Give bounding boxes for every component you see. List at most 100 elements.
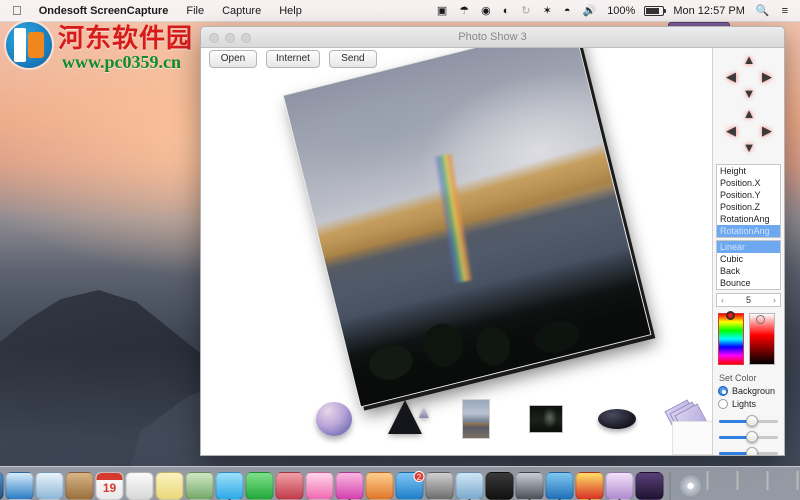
landscape-photo-thumbnail[interactable]	[453, 396, 499, 442]
easing-item-back[interactable]: Back	[717, 265, 780, 277]
window-title-bar[interactable]: Photo Show 3	[201, 27, 784, 48]
dock-photos[interactable]	[305, 472, 334, 500]
stepper-top-prev-icon[interactable]: ‹	[721, 295, 724, 305]
photo-show-window: Photo Show 3 Open Internet Send ▲ ◀ ▶ ▼ …	[200, 26, 785, 456]
document-preview	[796, 471, 799, 490]
dock-safari[interactable]	[5, 472, 34, 500]
dock-minimized-doc-2[interactable]	[736, 471, 765, 500]
color-picker	[717, 311, 780, 367]
nav2-down-icon[interactable]: ▼	[741, 140, 757, 156]
dock-xcode[interactable]	[545, 472, 574, 500]
radio-background-icon[interactable]	[718, 385, 728, 396]
color-target-background[interactable]: Backgroun	[713, 384, 784, 397]
copy-icon[interactable]: ◐	[497, 0, 516, 22]
dock-contacts[interactable]	[65, 472, 94, 500]
dock-app-store[interactable]: 2	[395, 471, 425, 500]
open-button[interactable]: Open	[209, 50, 257, 68]
dock-minimized-doc-3[interactable]	[766, 471, 795, 500]
wifi-icon[interactable]: ◓	[558, 0, 577, 22]
dock-preview[interactable]	[605, 472, 634, 500]
rotated-photo[interactable]	[282, 48, 656, 411]
dock: 19 2	[0, 466, 800, 500]
dock-facetime[interactable]	[245, 472, 274, 500]
property-item-position-z[interactable]: Position.Z	[717, 201, 780, 213]
duration-stepper-top[interactable]: ‹ 5 ›	[716, 293, 781, 307]
slider-blue[interactable]	[719, 447, 778, 455]
dock-calendar[interactable]: 19	[95, 472, 124, 500]
time-machine-icon[interactable]: ↻	[515, 0, 536, 22]
shade-strip[interactable]	[749, 313, 775, 365]
hue-marker[interactable]	[726, 311, 735, 320]
slider-red-knob[interactable]	[746, 415, 759, 427]
property-item-rotation-ang[interactable]: RotationAng	[717, 213, 780, 225]
nav2-up-icon[interactable]: ▲	[741, 106, 757, 122]
internet-button[interactable]: Internet	[266, 50, 320, 68]
dock-mail[interactable]	[35, 472, 64, 500]
slider-red[interactable]	[719, 415, 778, 427]
search-icon[interactable]: 🔍	[750, 0, 776, 22]
color-target-lights[interactable]: Lights	[713, 397, 784, 410]
battery-percent: 100%	[607, 4, 636, 17]
dock-minimized-disc[interactable]	[677, 472, 705, 500]
dark-photo-thumbnail[interactable]	[523, 396, 569, 442]
ellipse-thumbnail[interactable]	[594, 396, 640, 442]
nav2-right-icon[interactable]: ▶	[759, 123, 775, 139]
notification-center-icon[interactable]: ≡	[776, 0, 794, 22]
volume-icon[interactable]: 🔊	[576, 0, 602, 22]
dock-ibooks[interactable]	[365, 472, 394, 500]
dock-itunes[interactable]	[335, 472, 364, 500]
nav-down-icon[interactable]: ▼	[741, 86, 757, 102]
window-toolbar: Open Internet Send	[201, 48, 386, 70]
app-store-badge: 2	[413, 471, 425, 482]
dock-screencapture[interactable]	[515, 472, 544, 500]
easing-item-cubic[interactable]: Cubic	[717, 253, 780, 265]
dock-minimized-doc-1[interactable]	[706, 471, 735, 500]
easing-item-linear[interactable]: Linear	[717, 241, 780, 253]
screen-recording-icon[interactable]: ▣	[431, 0, 453, 22]
dock-reminders[interactable]	[125, 472, 154, 500]
property-item-height[interactable]: Height	[717, 165, 780, 177]
slider-green-knob[interactable]	[746, 431, 759, 443]
dock-photo-booth[interactable]	[275, 472, 304, 500]
dropbox-icon[interactable]: ◉	[475, 0, 497, 22]
cone-thumbnail[interactable]	[382, 396, 428, 442]
dock-garageband[interactable]	[635, 472, 664, 500]
color-target-lights-label: Lights	[732, 398, 757, 409]
easing-item-bounce[interactable]: Bounce	[717, 277, 780, 289]
property-list[interactable]: Height Position.X Position.Y Position.Z …	[716, 164, 781, 238]
battery-icon[interactable]	[644, 5, 667, 16]
stepper-top-value: 5	[745, 295, 751, 305]
property-item-rotation-ang-selected[interactable]: RotationAng	[717, 225, 780, 237]
shade-marker[interactable]	[756, 315, 765, 324]
watermark-site-name: 河东软件园	[58, 23, 194, 53]
dock-audio-app[interactable]	[455, 472, 484, 500]
hue-strip[interactable]	[718, 311, 744, 365]
menu-bar-clock[interactable]: Mon 12:57 PM	[668, 0, 750, 22]
dock-maps[interactable]	[185, 472, 214, 500]
dock-notes[interactable]	[155, 472, 184, 500]
easing-list[interactable]: Linear Cubic Back Bounce	[716, 240, 781, 290]
dock-minimized-doc-4[interactable]	[796, 471, 800, 500]
property-item-position-x[interactable]: Position.X	[717, 177, 780, 189]
stepper-top-next-icon[interactable]: ›	[773, 295, 776, 305]
slider-green[interactable]	[719, 431, 778, 443]
send-button[interactable]: Send	[328, 50, 377, 68]
disc-icon	[678, 474, 703, 498]
slider-blue-knob[interactable]	[746, 447, 759, 455]
photo-stage[interactable]: ABC	[201, 48, 784, 455]
menu-item-help[interactable]: Help	[270, 0, 311, 22]
nav-up-icon[interactable]: ▲	[741, 52, 757, 68]
airdrop-icon[interactable]: ☂	[453, 0, 475, 22]
dock-terminal[interactable]	[485, 472, 514, 500]
nav-left-icon[interactable]: ◀	[723, 69, 739, 85]
property-item-position-y[interactable]: Position.Y	[717, 189, 780, 201]
dock-messages[interactable]	[215, 472, 244, 500]
radio-lights-icon[interactable]	[718, 398, 728, 409]
nav2-left-icon[interactable]: ◀	[723, 123, 739, 139]
nav-right-icon[interactable]: ▶	[759, 69, 775, 85]
dock-mission-control[interactable]	[0, 472, 4, 500]
sphere-thumbnail[interactable]	[311, 396, 357, 442]
dock-system-preferences[interactable]	[425, 472, 454, 500]
dock-chrome[interactable]	[575, 472, 604, 500]
bluetooth-icon[interactable]: ✶	[537, 0, 558, 22]
